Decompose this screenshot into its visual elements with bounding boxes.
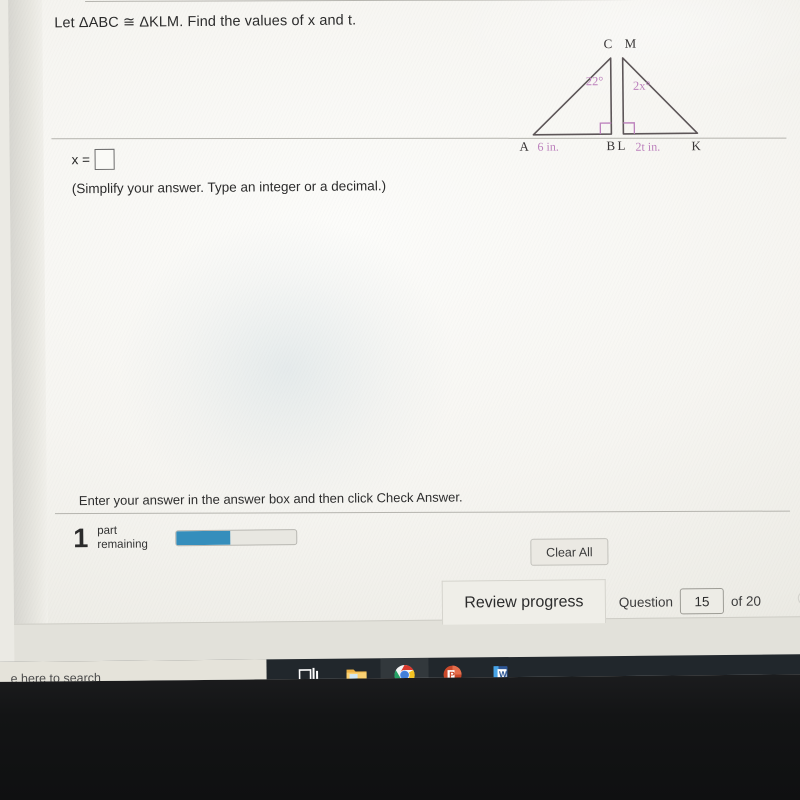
question-prompt: Let ΔABC ≅ ΔKLM. Find the values of x an… bbox=[54, 12, 357, 32]
label-angle-2x: 2x° bbox=[633, 79, 651, 93]
label-vertex-a: A bbox=[519, 139, 529, 154]
progress-bar bbox=[174, 528, 297, 546]
triangle-abc bbox=[532, 57, 613, 136]
question-total: of 20 bbox=[730, 593, 762, 609]
right-angle-mark-b bbox=[599, 122, 612, 135]
question-number-input[interactable]: 15 bbox=[679, 587, 725, 615]
label-vertex-l: L bbox=[617, 138, 625, 153]
answer-row: x = bbox=[71, 148, 116, 170]
label-vertex-k: K bbox=[691, 138, 701, 153]
label-vertex-c: C bbox=[603, 36, 612, 51]
parts-label-line2: remaining bbox=[97, 538, 148, 551]
label-side-2tin: 2t in. bbox=[635, 140, 660, 154]
clear-all-button[interactable]: Clear All bbox=[530, 538, 609, 566]
monitor-bezel bbox=[0, 660, 800, 800]
screen-reflection bbox=[120, 217, 454, 521]
review-progress-button[interactable]: Review progress bbox=[441, 579, 607, 625]
parts-label: part remaining bbox=[97, 525, 148, 553]
taskbar-search[interactable]: e here to search bbox=[0, 659, 267, 682]
search-placeholder-text: e here to search bbox=[10, 670, 102, 682]
question-word: Question bbox=[618, 593, 674, 610]
simplify-instruction: (Simplify your answer. Type an integer o… bbox=[71, 178, 387, 197]
page-left-shadow bbox=[7, 0, 49, 624]
parts-label-line1: part bbox=[97, 524, 118, 537]
task-view-icon[interactable] bbox=[284, 659, 332, 682]
right-angle-mark-l bbox=[623, 122, 636, 134]
parts-remaining: 1 part remaining bbox=[73, 523, 297, 554]
label-angle-22: 22° bbox=[586, 74, 604, 88]
progress-bar-fill bbox=[175, 530, 230, 545]
parts-count: 1 bbox=[73, 523, 89, 554]
screen-area: Let ΔABC ≅ ΔKLM. Find the values of x an… bbox=[0, 0, 800, 682]
label-side-6in: 6 in. bbox=[537, 140, 558, 154]
photo-of-screen: Let ΔABC ≅ ΔKLM. Find the values of x an… bbox=[0, 0, 800, 800]
answer-label: x = bbox=[71, 152, 91, 168]
label-vertex-m: M bbox=[624, 36, 636, 51]
answer-input[interactable] bbox=[94, 148, 116, 170]
question-navigator: Question 15 of 20 bbox=[618, 587, 762, 615]
label-vertex-b: B bbox=[606, 138, 615, 153]
